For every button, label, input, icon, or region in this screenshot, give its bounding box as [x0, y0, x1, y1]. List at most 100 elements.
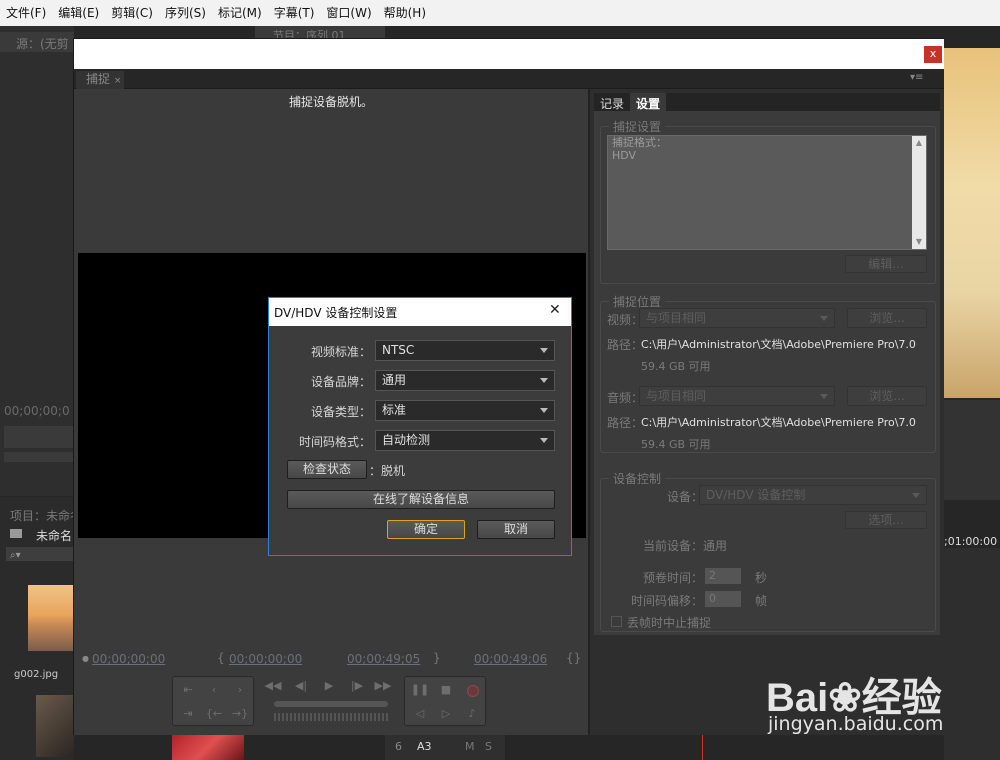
video-path-value: C:\用户\Administrator\文档\Adobe\Premiere Pr… [641, 338, 916, 351]
menu-window[interactable]: 窗口(W) [320, 0, 377, 26]
tab-close-icon[interactable]: × [114, 76, 122, 86]
offset-input[interactable]: 0 [705, 591, 741, 607]
video-standard-label: 视频标准： [310, 345, 371, 359]
program-frame [944, 48, 1000, 398]
menu-title[interactable]: 字幕(T) [268, 0, 321, 26]
timecode-bar: ● 00;00;00;00 { 00;00;00;00 00;00;49;05 … [74, 649, 588, 671]
audio-location-select[interactable]: 与项目相同 [639, 386, 835, 406]
capture-tab-bar: 捕捉 × ▾≡ [74, 69, 944, 89]
device-control-group: 设备控制 设备： DV/HDV 设备控制 选项... 当前设备：通用 预卷时间：… [600, 470, 936, 632]
video-location-select[interactable]: 与项目相同 [639, 308, 835, 328]
offset-unit: 帧 [755, 594, 768, 608]
abort-checkbox[interactable] [611, 616, 622, 627]
project-panel: 项目：未命名 未命名 ⌕▾ g002.jpg [0, 497, 82, 760]
in-timecode[interactable]: 00;00;00;00 [229, 652, 302, 666]
edit-button[interactable]: 编辑... [845, 255, 927, 273]
timecode-format-select[interactable]: 自动检测 [375, 430, 555, 451]
program-controls-strip [944, 400, 1000, 500]
slow-forward-icon[interactable]: ▷ [435, 707, 457, 720]
video-standard-select[interactable]: NTSC [375, 340, 555, 361]
video-browse-button[interactable]: 浏览... [847, 308, 927, 328]
thumbnail-dark[interactable] [36, 695, 74, 757]
video-standard-value: NTSC [382, 343, 415, 357]
settings-tab-bar: 记录 设置 [594, 93, 940, 114]
menu-edit[interactable]: 编辑(E) [52, 0, 105, 26]
preroll-input[interactable]: 2 [705, 568, 741, 584]
stop-icon[interactable]: ■ [435, 683, 457, 696]
baidu-watermark: Bai❀经验 jingyan.baidu.com [760, 655, 1000, 745]
thumbnail-girl[interactable] [28, 585, 74, 651]
video-free-space: 59.4 GB 可用 [641, 360, 711, 373]
chevron-down-icon [540, 408, 548, 413]
slow-reverse-icon[interactable]: ◁ [409, 707, 431, 720]
menu-sequence[interactable]: 序列(S) [159, 0, 212, 26]
step-back-icon[interactable]: ◀| [290, 679, 312, 692]
ok-button[interactable]: 确定 [387, 520, 465, 539]
jog-slider[interactable] [274, 701, 388, 707]
step-out-icon[interactable]: →} [229, 707, 251, 720]
play-icon[interactable]: ▶ [318, 679, 340, 692]
record-icon[interactable] [467, 685, 479, 697]
tab-log[interactable]: 记录 [600, 95, 624, 112]
step-in-icon[interactable]: {← [203, 707, 225, 720]
source-tab[interactable]: 源：(无剪 [16, 35, 69, 52]
capture-window-close-button[interactable]: x [924, 46, 942, 63]
capture-format-value: HDV [612, 149, 637, 162]
source-monitor-panel: 源：(无剪 00;00;00;0 [0, 26, 74, 496]
chevron-down-icon [820, 316, 828, 321]
transport-right-group: ❚❚ ■ ◁ ▷ ♪ [404, 676, 486, 726]
search-input[interactable]: ⌕▾ [6, 547, 74, 561]
set-in-icon[interactable]: ⇤ [177, 683, 199, 696]
device-select[interactable]: DV/HDV 设备控制 [699, 485, 927, 505]
chevron-down-icon [540, 348, 548, 353]
abort-label: 丢帧时中止捕捉 [627, 616, 712, 630]
timecode-format-label: 时间码格式： [298, 435, 371, 449]
in-brace-icon: { [217, 651, 225, 665]
menu-clip[interactable]: 剪辑(C) [105, 0, 159, 26]
audio-path-value: C:\用户\Administrator\文档\Adobe\Premiere Pr… [641, 416, 916, 429]
options-button[interactable]: 选项... [845, 511, 927, 529]
device-label: 设备： [667, 490, 704, 504]
audio-label: 音频： [607, 391, 644, 405]
cancel-button[interactable]: 取消 [477, 520, 555, 539]
goto-out-icon[interactable]: › [229, 683, 251, 696]
audio-browse-button[interactable]: 浏览... [847, 386, 927, 406]
search-icon: ⌕▾ [10, 550, 21, 561]
project-tab[interactable]: 项目：未命名 [10, 507, 82, 524]
step-forward-icon[interactable]: |▶ [346, 679, 368, 692]
shuttle-bar[interactable] [274, 713, 388, 721]
dialog-title: DV/HDV 设备控制设置 [274, 306, 398, 320]
scene-detect-icon[interactable]: ♪ [461, 707, 483, 720]
menu-file[interactable]: 文件(F) [0, 0, 52, 26]
thumbnail-red[interactable] [172, 734, 244, 760]
device-type-value: 标准 [382, 403, 407, 417]
menu-bar: 文件(F) 编辑(E) 剪辑(C) 序列(S) 标记(M) 字幕(T) 窗口(W… [0, 0, 1000, 26]
menu-marker[interactable]: 标记(M) [212, 0, 268, 26]
rewind-icon[interactable]: ◀◀ [262, 679, 284, 692]
duration-timecode[interactable]: 00;00;49;06 [474, 652, 547, 666]
panel-menu-icon[interactable]: ▾≡ [910, 72, 923, 83]
device-brand-value: 通用 [382, 373, 407, 387]
device-value: DV/HDV 设备控制 [706, 488, 806, 502]
thumbnail-filename: g002.jpg [14, 669, 59, 680]
scrollbar[interactable]: ▲ ▼ [912, 136, 926, 249]
capture-tab[interactable]: 捕捉 × [76, 71, 124, 89]
check-status-button[interactable]: 检查状态 [287, 460, 367, 479]
out-timecode[interactable]: 00;00;49;05 [347, 652, 420, 666]
goto-in-icon[interactable]: ‹ [203, 683, 225, 696]
capture-tab-label: 捕捉 [86, 72, 111, 86]
set-out-icon[interactable]: ⇥ [177, 707, 199, 720]
settings-panel: 记录 设置 捕捉设置 捕捉格式： HDV ▲ ▼ 编辑... 捕捉位置 视频： … [588, 89, 944, 735]
menu-help[interactable]: 帮助(H) [378, 0, 432, 26]
device-type-select[interactable]: 标准 [375, 400, 555, 421]
chevron-down-icon [912, 493, 920, 498]
audio-free-space: 59.4 GB 可用 [641, 438, 711, 451]
dialog-close-icon[interactable]: ✕ [549, 302, 561, 318]
pause-icon[interactable]: ❚❚ [409, 683, 431, 696]
fast-forward-icon[interactable]: ▶▶ [372, 679, 394, 692]
device-brand-select[interactable]: 通用 [375, 370, 555, 391]
online-device-info-button[interactable]: 在线了解设备信息 [287, 490, 555, 509]
program-timecode: ;01:00:00 [944, 535, 998, 548]
current-timecode[interactable]: 00;00;00;00 [92, 652, 165, 666]
device-type-label: 设备类型： [310, 405, 371, 419]
